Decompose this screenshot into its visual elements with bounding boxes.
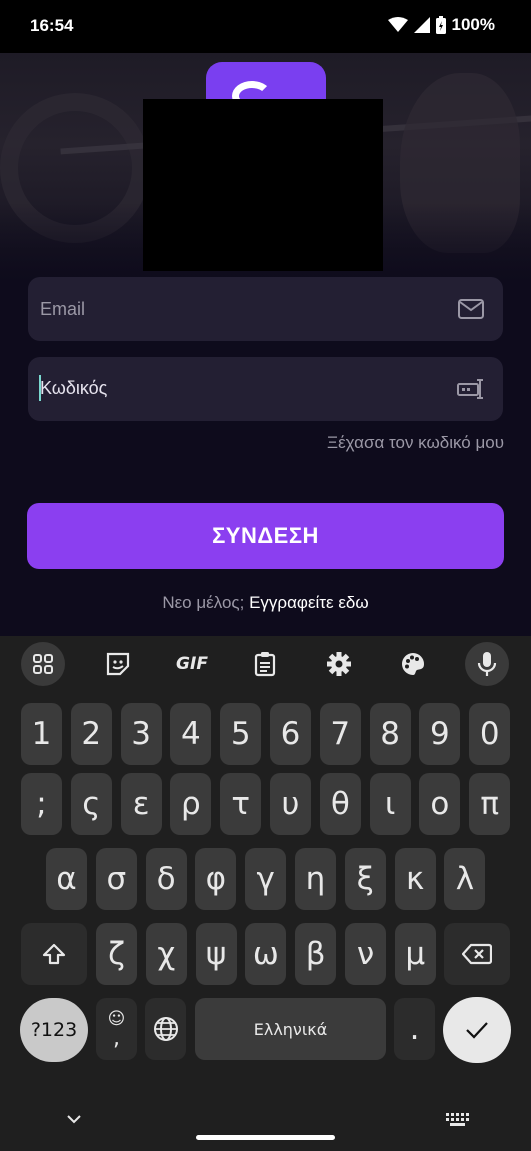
mail-icon: [458, 299, 484, 319]
key[interactable]: ς: [70, 773, 112, 835]
key[interactable]: 7: [319, 703, 361, 765]
gear-icon[interactable]: [317, 642, 361, 686]
space-key[interactable]: Ελληνικά: [195, 998, 386, 1060]
key[interactable]: τ: [220, 773, 262, 835]
key[interactable]: 2: [70, 703, 112, 765]
redacted-area: [143, 99, 383, 271]
key[interactable]: ε: [120, 773, 162, 835]
email-field[interactable]: [28, 277, 503, 341]
login-button[interactable]: ΣΥΝΔΕΣΗ: [27, 503, 504, 569]
keyboard-toolbar: GIF: [0, 636, 531, 694]
key[interactable]: χ: [145, 923, 187, 985]
key[interactable]: 4: [170, 703, 212, 765]
key[interactable]: 0: [469, 703, 511, 765]
new-member-text: Νεο μέλος;: [162, 593, 245, 612]
key[interactable]: ο: [419, 773, 461, 835]
key[interactable]: α: [46, 848, 87, 910]
symbols-key[interactable]: ?123: [20, 998, 88, 1062]
period-key[interactable]: .: [394, 998, 435, 1060]
login-screen: Κωδικός Ξέχασα τον κωδικό μου ΣΥΝΔΕΣΗ Νε…: [0, 53, 531, 636]
key[interactable]: λ: [444, 848, 486, 910]
password-input[interactable]: Κωδικός: [40, 378, 107, 399]
key[interactable]: η: [295, 848, 336, 910]
key[interactable]: 9: [419, 703, 461, 765]
key[interactable]: 6: [270, 703, 311, 765]
navigation-bar: [0, 1091, 531, 1151]
mic-icon[interactable]: [465, 642, 509, 686]
signup-row: Νεο μέλος; Εγγραφείτε εδω: [0, 593, 531, 613]
emoji-comma-key[interactable]: ☺ ,: [96, 998, 137, 1060]
comma-label: ,: [113, 1026, 120, 1051]
enter-key[interactable]: [443, 997, 511, 1063]
wifi-icon: [387, 17, 408, 32]
palette-icon[interactable]: [391, 642, 435, 686]
backspace-key[interactable]: [444, 923, 510, 985]
hide-keyboard-icon[interactable]: [62, 1109, 86, 1129]
clipboard-icon[interactable]: [243, 642, 287, 686]
cell-signal-icon: [413, 17, 430, 33]
key[interactable]: ρ: [170, 773, 212, 835]
key[interactable]: β: [295, 923, 337, 985]
key[interactable]: θ: [319, 773, 361, 835]
key[interactable]: ψ: [195, 923, 237, 985]
key[interactable]: σ: [95, 848, 137, 910]
signup-link[interactable]: Εγγραφείτε εδω: [249, 593, 369, 612]
status-icons: 100%: [387, 15, 495, 35]
email-input[interactable]: [40, 277, 440, 341]
language-globe-key[interactable]: [145, 998, 186, 1060]
shift-key[interactable]: [21, 923, 87, 985]
key[interactable]: φ: [195, 848, 237, 910]
key[interactable]: ;: [21, 773, 62, 835]
soft-keyboard: GIF 1234567890 ; ς ε ρ τ υ θ ι ο π ασδφγηξκλ ζχψω…: [0, 636, 531, 1151]
key[interactable]: υ: [270, 773, 311, 835]
key[interactable]: ω: [245, 923, 287, 985]
forgot-password-link[interactable]: Ξέχασα τον κωδικό μου: [327, 433, 504, 453]
gif-button[interactable]: GIF: [170, 642, 214, 686]
status-bar: 16:54 100%: [0, 0, 531, 53]
key[interactable]: μ: [394, 923, 436, 985]
keyboard-switch-icon[interactable]: [444, 1109, 470, 1129]
key[interactable]: ν: [345, 923, 386, 985]
battery-icon: [435, 16, 446, 34]
key[interactable]: 3: [120, 703, 162, 765]
key[interactable]: π: [469, 773, 511, 835]
key[interactable]: 8: [369, 703, 411, 765]
key[interactable]: κ: [394, 848, 436, 910]
text-cursor: [39, 375, 41, 401]
key[interactable]: ζ: [96, 923, 137, 985]
apps-icon[interactable]: [21, 642, 65, 686]
battery-percent: 100%: [451, 15, 495, 34]
key[interactable]: γ: [245, 848, 287, 910]
password-field[interactable]: Κωδικός: [28, 357, 503, 421]
key[interactable]: 5: [220, 703, 262, 765]
key[interactable]: δ: [145, 848, 187, 910]
sticker-icon[interactable]: [96, 642, 140, 686]
password-manager-icon[interactable]: [457, 377, 485, 401]
home-gesture-pill[interactable]: [196, 1135, 335, 1140]
status-time: 16:54: [30, 16, 74, 35]
key[interactable]: ξ: [344, 848, 386, 910]
key[interactable]: 1: [21, 703, 62, 765]
key[interactable]: ι: [369, 773, 411, 835]
